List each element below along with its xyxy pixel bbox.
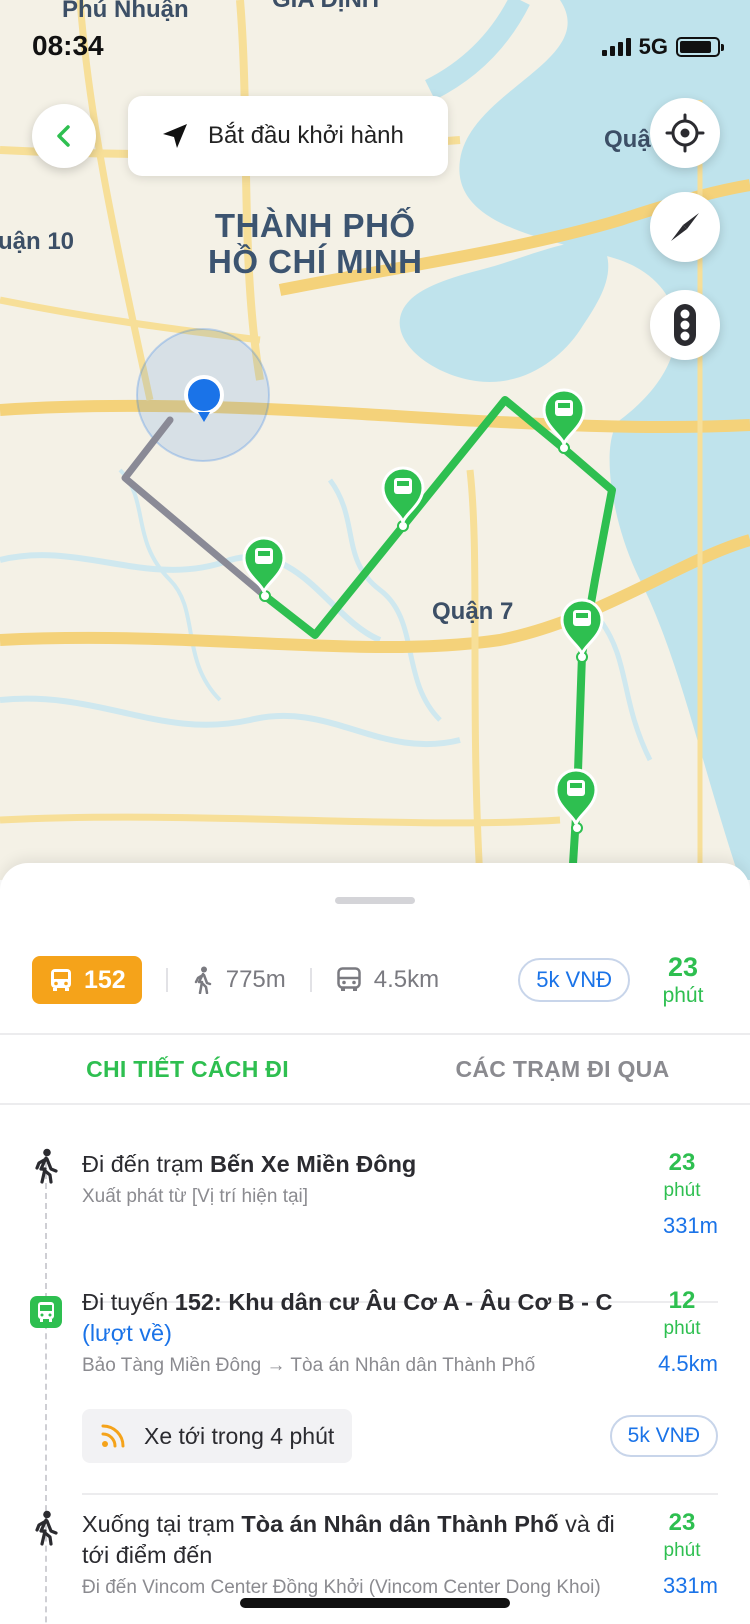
direction-link[interactable]: (lượt về) [82, 1320, 172, 1346]
walk-icon [194, 966, 211, 994]
step-time-unit: phút [663, 1540, 701, 1561]
step-title-prefix: Xuống tại trạm [82, 1511, 242, 1537]
tab-stops[interactable]: CÁC TRẠM ĐI QUA [375, 1033, 750, 1105]
fare-chip[interactable]: 5k VNĐ [518, 958, 630, 1002]
step-time-unit: phút [663, 1180, 701, 1201]
bus-stop-marker-icon[interactable] [379, 464, 427, 524]
step-subtitle: Xuất phát từ [Vị trí hiện tại] [82, 1186, 309, 1207]
step-distance: 331m [662, 1213, 718, 1238]
bus-distance: 4.5km [373, 966, 440, 993]
step-title: Xuống tại trạm Tòa án Nhân dân Thành Phố… [82, 1509, 630, 1571]
status-time: 08:34 [32, 30, 104, 61]
total-time-value: 23 [667, 952, 699, 982]
compass-button[interactable] [650, 192, 720, 262]
step-meta: 12 phút 4.5km [618, 1287, 718, 1377]
navigation-arrow-icon [163, 124, 187, 148]
fare-chip[interactable]: 5k VNĐ [609, 1415, 718, 1457]
arrival-info[interactable]: Xe tới trong 4 phút [82, 1409, 353, 1463]
detail-tabs: CHI TIẾT CÁCH ĐI CÁC TRẠM ĐI QUA [0, 1033, 750, 1105]
walk-glyph [35, 1510, 58, 1546]
map-label-gia-dinh: GIA ĐỊNH [272, 0, 379, 14]
divider [82, 1493, 718, 1495]
status-indicators: 5G [601, 34, 724, 60]
signal-icon [601, 38, 631, 56]
total-time-unit: phút [662, 984, 704, 1007]
sheet-grabber[interactable] [335, 897, 415, 904]
total-time: 23 phút [646, 951, 720, 1009]
step-subtitle: Bảo Tàng Miền Đông → Tòa án Nhân dân Thà… [82, 1355, 536, 1376]
walk-glyph [35, 1148, 58, 1184]
step-time: 23 [668, 1509, 696, 1536]
back-button[interactable] [32, 104, 96, 168]
step-meta: 23 phút 331m [618, 1149, 718, 1239]
home-indicator[interactable] [240, 1598, 510, 1608]
start-journey-label: Bắt đầu khởi hành [208, 122, 404, 149]
map-label-quan-7: Quận 7 [432, 598, 514, 625]
stop-name: Bến Xe Miền Đông [210, 1151, 417, 1177]
compass-icon [671, 213, 699, 241]
map-label-quan-right: Quậ [604, 126, 651, 153]
bus-icon [30, 1296, 62, 1328]
user-location-icon [184, 375, 224, 422]
live-signal-icon [101, 1424, 125, 1448]
bus-stop-marker-icon[interactable] [558, 596, 606, 656]
step-distance: 331m [662, 1573, 718, 1598]
step-content: Đi đến trạm Bến Xe Miền Đông Xuất phát t… [82, 1149, 630, 1208]
walk-distance: 775m [225, 966, 286, 993]
step-content: Đi tuyến 152: Khu dân cư Âu Cơ A - Âu Cơ… [82, 1287, 630, 1377]
traffic-button[interactable] [650, 290, 720, 360]
map-view[interactable]: Phú Nhuận GIA ĐỊNH THÀNH PHỐ HỒ CHÍ MINH… [0, 0, 750, 880]
walk-icon [30, 1510, 62, 1546]
separator [165, 968, 168, 992]
step-time-unit: phút [663, 1318, 701, 1339]
battery-level [680, 41, 711, 53]
step-title: Đi đến trạm Bến Xe Miền Đông [82, 1149, 630, 1180]
locate-icon [665, 113, 705, 153]
separator [309, 968, 312, 992]
step-time: 23 [668, 1149, 696, 1176]
bus-stop-marker-icon[interactable] [552, 766, 600, 826]
map-label-city-line1: THÀNH PHỐ [214, 207, 416, 244]
route-badge[interactable]: 152 [32, 956, 142, 1004]
network-type: 5G [638, 34, 668, 59]
start-journey-button[interactable]: Bắt đầu khởi hành [128, 96, 448, 176]
route-summary: 152 775m 4.5km 5k VNĐ 23 phút [32, 945, 720, 1015]
walk-icon [30, 1148, 62, 1184]
step-meta: 23 phút 331m [618, 1509, 718, 1599]
step-title-prefix: Đi đến trạm [82, 1151, 210, 1177]
step-distance: 4.5km [658, 1351, 718, 1376]
back-chevron-icon [57, 125, 70, 147]
step-subtitle: Đi đến Vincom Center Đồng Khởi (Vincom C… [82, 1577, 601, 1598]
route-number: 152 [84, 965, 126, 994]
bus-stop-marker-icon[interactable] [540, 386, 588, 446]
tab-directions[interactable]: CHI TIẾT CÁCH ĐI [0, 1033, 375, 1105]
bus-icon [337, 967, 361, 991]
route-detail-sheet[interactable]: 152 775m 4.5km 5k VNĐ 23 phút CHI TIẾT C… [0, 863, 750, 1624]
stop-name: Tòa án Nhân dân Thành Phố [241, 1511, 559, 1537]
map-label-phu-nhuan: Phú Nhuận [62, 0, 189, 23]
step-time: 12 [668, 1287, 696, 1314]
map-label-city-line2: HỒ CHÍ MINH [208, 243, 423, 280]
bus-step-icon [30, 1295, 62, 1329]
divider [0, 1103, 750, 1105]
locate-button[interactable] [650, 98, 720, 168]
route-name: 152: Khu dân cư Âu Cơ A - Âu Cơ B - C [174, 1289, 613, 1315]
timeline-dashes [45, 1313, 47, 1624]
bus-icon [51, 969, 71, 991]
battery-icon [676, 37, 724, 57]
step-title-prefix: Đi tuyến [82, 1289, 175, 1315]
arrival-text: Xe tới trong 4 phút [144, 1422, 335, 1449]
map-label-city: THÀNH PHỐ HỒ CHÍ MINH [208, 208, 423, 280]
step-title: Đi tuyến 152: Khu dân cư Âu Cơ A - Âu Cơ… [82, 1287, 630, 1349]
bus-distance-stat: 4.5km [336, 966, 439, 994]
step-content: Xuống tại trạm Tòa án Nhân dân Thành Phố… [82, 1509, 630, 1599]
walk-distance-stat: 775m [192, 966, 286, 994]
bus-stop-marker-icon[interactable] [240, 534, 288, 594]
traffic-light-icon [674, 304, 696, 346]
map-label-quan-10: uận 10 [0, 228, 75, 255]
